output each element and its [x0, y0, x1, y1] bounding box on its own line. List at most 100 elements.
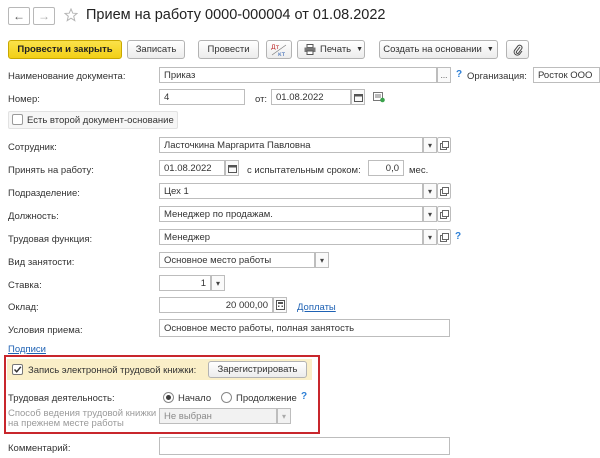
method-label: Способ ведения трудовой книжки на прежне… [8, 408, 157, 429]
comment-field[interactable] [159, 437, 450, 455]
chevron-down-icon: ▾ [281, 411, 286, 421]
rate-dropdown-button[interactable]: ▾ [211, 275, 225, 291]
open-link-icon [439, 232, 449, 242]
hire-calendar-button[interactable] [225, 160, 239, 176]
method-field[interactable]: Не выбран [159, 408, 277, 424]
doc-name-field[interactable]: Приказ [159, 67, 437, 83]
calculator-icon [275, 300, 285, 310]
employment-type-field[interactable]: Основное место работы [159, 252, 315, 268]
employee-label: Сотрудник: [8, 142, 57, 153]
chevron-down-icon: ▼ [356, 46, 364, 53]
post-and-close-button[interactable]: Провести и закрыть [8, 40, 122, 59]
salary-label: Оклад: [8, 302, 39, 313]
dt-kt-icon: Дткт [271, 44, 287, 57]
dt-kt-button[interactable]: Дт кт [266, 40, 292, 59]
register-button[interactable]: Зарегистрировать [208, 361, 307, 378]
labor-function-label: Трудовая функция: [8, 234, 93, 245]
org-label: Организация: [467, 71, 527, 82]
help-icon[interactable]: ? [456, 69, 462, 80]
chevron-down-icon: ▾ [427, 232, 432, 242]
ellipsis-icon: ... [440, 70, 448, 80]
chevron-down-icon: ▾ [215, 278, 220, 288]
department-open-button[interactable] [437, 183, 451, 199]
calendar-icon [353, 93, 363, 102]
print-button[interactable]: Печать ▼ [297, 40, 365, 59]
hire-label: Принять на работу: [8, 165, 94, 176]
open-link-icon [439, 209, 449, 219]
calendar-icon [227, 164, 237, 173]
position-label: Должность: [8, 211, 59, 222]
labor-function-open-button[interactable] [437, 229, 451, 245]
chevron-down-icon: ▾ [427, 140, 432, 150]
position-dropdown-button[interactable]: ▾ [423, 206, 437, 222]
department-label: Подразделение: [8, 188, 80, 199]
position-open-button[interactable] [437, 206, 451, 222]
employment-type-label: Вид занятости: [8, 257, 75, 268]
second-doc-label: Есть второй документ-основание [27, 115, 174, 126]
chevron-down-icon: ▾ [319, 255, 324, 265]
activity-start-radio[interactable] [163, 392, 174, 403]
etk-record-label: Запись электронной трудовой книжки: [28, 365, 197, 376]
activity-continue-radio[interactable] [221, 392, 232, 403]
activity-start-label: Начало [178, 393, 212, 404]
trial-unit-label: мес. [409, 165, 429, 176]
number-label: Номер: [8, 94, 40, 105]
back-button[interactable]: ← [8, 7, 30, 25]
calendar-button[interactable] [351, 89, 365, 105]
open-link-icon [439, 140, 449, 150]
activity-continue-label: Продолжение [236, 393, 297, 404]
number-field[interactable]: 4 [159, 89, 245, 105]
forward-button[interactable]: → [33, 7, 55, 25]
svg-text:Дт: Дт [271, 44, 280, 51]
attachments-button[interactable] [506, 40, 529, 59]
department-dropdown-button[interactable]: ▾ [423, 183, 437, 199]
employee-dropdown-button[interactable]: ▾ [423, 137, 437, 153]
chevron-down-icon: ▾ [427, 209, 432, 219]
document-date-field[interactable]: 01.08.2022 [271, 89, 351, 105]
open-link-icon [439, 186, 449, 196]
doc-name-label: Наименование документа: [8, 71, 126, 82]
salary-field[interactable]: 20 000,00 [159, 297, 273, 313]
printer-icon [304, 44, 316, 55]
comment-label: Комментарий: [8, 443, 71, 454]
department-field[interactable]: Цех 1 [159, 183, 423, 199]
checkmark-icon [13, 366, 22, 373]
open-history-icon[interactable] [373, 92, 385, 106]
help-icon[interactable]: ? [301, 391, 307, 402]
second-doc-checkbox[interactable] [12, 114, 23, 125]
svg-text:кт: кт [278, 51, 286, 57]
post-button[interactable]: Провести [198, 40, 259, 59]
date-from-label: от: [255, 94, 268, 105]
chevron-down-icon: ▼ [486, 46, 494, 53]
conditions-field[interactable]: Основное место работы, полная занятость [159, 319, 450, 337]
calculator-button[interactable] [273, 297, 287, 313]
chevron-down-icon: ▾ [427, 186, 432, 196]
employee-open-button[interactable] [437, 137, 451, 153]
position-field[interactable]: Менеджер по продажам. [159, 206, 423, 222]
labor-function-field[interactable]: Менеджер [159, 229, 423, 245]
labor-function-dropdown-button[interactable]: ▾ [423, 229, 437, 245]
hire-date-field[interactable]: 01.08.2022 [159, 160, 225, 176]
help-icon[interactable]: ? [455, 231, 461, 242]
employment-type-dropdown-button[interactable]: ▾ [315, 252, 329, 268]
rate-field[interactable]: 1 [159, 275, 211, 291]
paperclip-icon [513, 44, 522, 56]
arrow-left-icon: ← [13, 9, 25, 23]
employee-field[interactable]: Ласточкина Маргарита Павловна [159, 137, 423, 153]
conditions-label: Условия приема: [8, 325, 83, 336]
etk-record-checkbox[interactable] [12, 364, 23, 375]
arrow-right-icon: → [38, 9, 50, 23]
trial-label: с испытательным сроком: [247, 165, 361, 176]
trial-period-field[interactable]: 0,0 [368, 160, 404, 176]
star-icon[interactable] [63, 7, 79, 24]
rate-label: Ставка: [8, 280, 42, 291]
create-based-on-button[interactable]: Создать на основании ▼ [379, 40, 498, 59]
activity-label: Трудовая деятельность: [8, 393, 115, 404]
save-button[interactable]: Записать [127, 40, 185, 59]
doc-name-select-button[interactable]: ... [437, 67, 451, 83]
allowances-link[interactable]: Доплаты [297, 302, 336, 313]
signatures-link[interactable]: Подписи [8, 344, 46, 355]
page-title: Прием на работу 0000-000004 от 01.08.202… [86, 7, 386, 23]
method-dropdown-button[interactable]: ▾ [277, 408, 291, 424]
organization-field[interactable]: Росток ООО [533, 67, 600, 83]
